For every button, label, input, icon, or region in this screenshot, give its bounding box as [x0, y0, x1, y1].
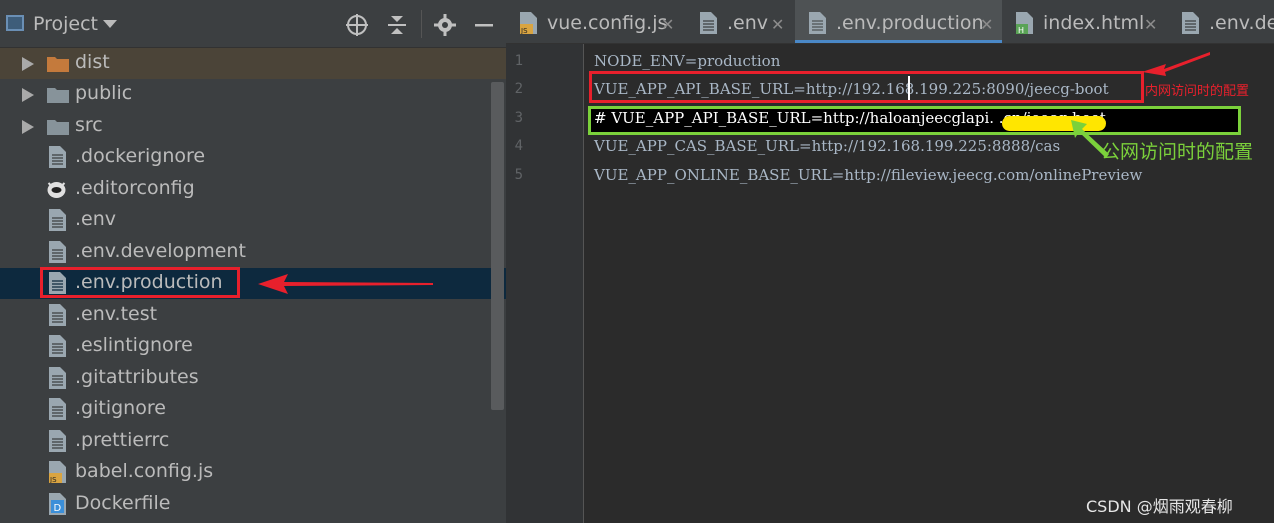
docker-file-icon: D	[49, 493, 66, 515]
folder-icon	[47, 120, 69, 135]
line-number: 4	[514, 138, 523, 154]
red-arrow-pointer	[258, 274, 433, 294]
js-file-icon: JS	[49, 461, 66, 483]
tree-item-src[interactable]: src	[0, 111, 506, 142]
expand-arrow-icon[interactable]	[22, 88, 34, 102]
tree-item-label: public	[75, 82, 133, 104]
tree-item-label: .gitignore	[75, 397, 166, 419]
tree-item-env-test[interactable]: .env.test	[0, 300, 506, 331]
js-file-icon: JS	[520, 12, 537, 34]
tree-scrollbar[interactable]	[491, 82, 504, 410]
text-file-icon	[49, 146, 66, 168]
tree-item-public[interactable]: public	[0, 79, 506, 110]
tree-item-label: .eslintignore	[75, 334, 193, 356]
editorconfig-icon	[47, 182, 66, 198]
close-icon[interactable]: ✕	[771, 15, 784, 34]
close-icon[interactable]: ✕	[661, 15, 674, 34]
tree-item-eslintignore[interactable]: .eslintignore	[0, 331, 506, 362]
tree-item-prettierrc[interactable]: .prettierrc	[0, 426, 506, 457]
public-note: 公网访问时的配置	[1101, 141, 1254, 163]
project-panel: Project dist public src .dockerignore .e…	[0, 0, 506, 523]
tree-item-dockerfile[interactable]: D Dockerfile	[0, 489, 506, 520]
project-icon	[6, 15, 24, 31]
tab-label: vue.config.js	[547, 12, 668, 34]
svg-text:JS: JS	[520, 27, 528, 34]
tree-item-label: .env.development	[75, 240, 246, 262]
tree-item-label: .prettierrc	[75, 429, 170, 451]
editor-tab-bar: JS vue.config.js ✕ .env ✕ .env.productio…	[506, 0, 1274, 44]
tab-label: .env.production	[836, 12, 984, 34]
collapse-icon[interactable]	[385, 13, 409, 37]
text-file-icon	[1182, 12, 1199, 34]
line-number: 1	[514, 53, 523, 69]
chevron-down-icon[interactable]	[103, 20, 117, 28]
code-line-2[interactable]: VUE_APP_API_BASE_URL=http://192.168.199.…	[594, 80, 1109, 98]
tree-item-babel-config[interactable]: JS babel.config.js	[0, 457, 506, 488]
line-number: 2	[514, 81, 523, 97]
text-file-icon	[700, 12, 717, 34]
tab-env-production[interactable]: .env.production ✕	[795, 0, 1002, 43]
tree-item-env[interactable]: .env	[0, 205, 506, 236]
tree-item-env-development[interactable]: .env.development	[0, 237, 506, 268]
tree-item-label: .dockerignore	[75, 145, 206, 167]
text-caret	[908, 76, 910, 100]
tab-env[interactable]: .env ✕	[686, 0, 795, 43]
tab-env-dev[interactable]: .env.dev	[1168, 0, 1274, 43]
line-number-gutter: 1 2 3 4 5	[506, 44, 584, 523]
tree-item-editorconfig[interactable]: .editorconfig	[0, 174, 506, 205]
tree-item-label: Dockerfile	[75, 492, 171, 514]
text-file-icon	[49, 304, 66, 326]
tree-item-dockerignore[interactable]: .dockerignore	[0, 142, 506, 173]
tree-item-dist[interactable]: dist	[0, 48, 506, 79]
tree-item-label: .gitattributes	[75, 366, 199, 388]
expand-arrow-icon[interactable]	[22, 57, 34, 71]
red-arrow-annotation	[1142, 52, 1210, 76]
tab-label: .env.dev	[1209, 12, 1274, 34]
tab-vue-config-js[interactable]: JS vue.config.js ✕	[506, 0, 686, 43]
text-file-icon	[809, 12, 826, 34]
locate-icon[interactable]	[345, 13, 369, 37]
tree-item-label: .env	[75, 208, 117, 230]
text-file-icon	[49, 335, 66, 357]
expand-arrow-icon[interactable]	[22, 120, 34, 134]
editor-area: JS vue.config.js ✕ .env ✕ .env.productio…	[506, 0, 1274, 523]
toolbar-divider	[421, 10, 422, 38]
minimize-icon[interactable]	[472, 13, 496, 37]
close-icon[interactable]: ✕	[1144, 15, 1157, 34]
folder-icon	[47, 88, 69, 103]
text-file-icon	[49, 367, 66, 389]
tree-item-label: .env.test	[75, 303, 158, 325]
tab-label: .env	[727, 12, 769, 34]
text-file-icon	[49, 241, 66, 263]
tree-item-label: babel.config.js	[75, 460, 214, 482]
tree-item-label: .editorconfig	[75, 177, 195, 199]
project-panel-title[interactable]: Project	[33, 13, 98, 35]
tab-index-html[interactable]: H index.html ✕	[1002, 0, 1168, 43]
close-icon[interactable]: ✕	[980, 15, 993, 34]
gear-icon[interactable]	[433, 13, 457, 37]
text-file-icon	[49, 209, 66, 231]
tree-item-label: src	[75, 114, 103, 136]
html-file-icon: H	[1016, 12, 1033, 34]
project-panel-header: Project	[0, 0, 506, 48]
svg-text:JS: JS	[49, 476, 57, 483]
tree-item-gitattributes[interactable]: .gitattributes	[0, 363, 506, 394]
folder-icon	[47, 57, 69, 72]
code-line-5[interactable]: VUE_APP_ONLINE_BASE_URL=http://fileview.…	[594, 166, 1142, 184]
text-file-icon	[49, 430, 66, 452]
line-number: 3	[514, 110, 523, 126]
highlight-box-selected-file	[40, 267, 240, 298]
watermark: CSDN @烟雨观春柳	[1086, 497, 1233, 516]
code-line-1[interactable]: NODE_ENV=production	[594, 52, 780, 70]
tree-item-label: dist	[75, 51, 110, 73]
intranet-note: 内网访问时的配置	[1145, 84, 1250, 99]
text-file-icon	[49, 398, 66, 420]
tab-label: index.html	[1043, 12, 1145, 34]
tree-item-gitignore[interactable]: .gitignore	[0, 394, 506, 425]
project-tree: dist public src .dockerignore .editorcon…	[0, 48, 506, 523]
svg-text:D: D	[54, 503, 62, 514]
code-line-4[interactable]: VUE_APP_CAS_BASE_URL=http://192.168.199.…	[594, 137, 1060, 155]
line-number: 5	[514, 167, 523, 183]
svg-text:H: H	[1018, 26, 1024, 34]
